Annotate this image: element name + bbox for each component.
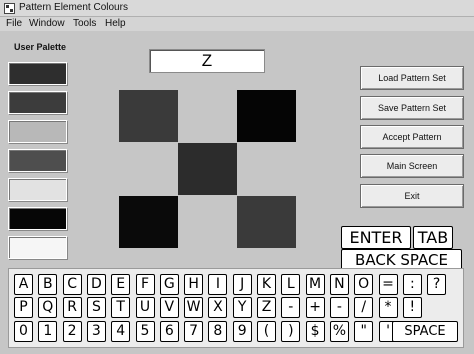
pattern-cell[interactable] <box>119 90 178 142</box>
key[interactable]: X <box>208 297 228 318</box>
key[interactable]: J <box>232 274 252 295</box>
key[interactable]: S <box>86 297 106 318</box>
title-bar: Pattern Element Colours <box>0 0 474 17</box>
key[interactable]: B <box>38 274 58 295</box>
key[interactable]: F <box>135 274 155 295</box>
palette-swatch[interactable] <box>8 178 67 201</box>
palette-swatch[interactable] <box>8 207 67 230</box>
key[interactable]: ! <box>402 297 422 318</box>
key[interactable]: / <box>354 297 374 318</box>
menu-window[interactable]: Window <box>29 18 65 29</box>
key-tab[interactable]: TAB <box>413 226 453 249</box>
key[interactable]: % <box>329 321 349 342</box>
palette-swatch[interactable] <box>8 236 67 259</box>
key[interactable]: " <box>354 321 374 342</box>
pattern-cell[interactable] <box>237 90 296 142</box>
key[interactable]: E <box>111 274 131 295</box>
key[interactable]: A <box>14 274 33 295</box>
key[interactable]: R <box>62 297 82 318</box>
key[interactable]: L <box>281 274 301 295</box>
palette-swatch[interactable] <box>8 62 67 85</box>
key[interactable]: 2 <box>62 321 82 342</box>
key-enter[interactable]: ENTER <box>341 226 411 249</box>
palette-swatch[interactable] <box>8 149 67 172</box>
key[interactable]: 6 <box>159 321 179 342</box>
key[interactable]: 1 <box>38 321 58 342</box>
key[interactable]: D <box>86 274 106 295</box>
pattern-cell[interactable] <box>119 196 178 248</box>
key[interactable]: W <box>184 297 204 318</box>
save-pattern-set-button[interactable]: Save Pattern Set <box>360 96 464 120</box>
key[interactable]: 5 <box>135 321 155 342</box>
key[interactable]: - <box>329 297 349 318</box>
current-letter-display: Z <box>149 49 265 73</box>
key[interactable]: : <box>402 274 422 295</box>
key[interactable]: = <box>378 274 398 295</box>
key[interactable]: U <box>135 297 155 318</box>
palette-swatch[interactable] <box>8 120 67 143</box>
key[interactable]: - <box>281 297 301 318</box>
key[interactable]: Y <box>232 297 252 318</box>
key[interactable]: + <box>305 297 325 318</box>
key[interactable]: 4 <box>111 321 131 342</box>
key[interactable]: M <box>305 274 325 295</box>
key[interactable]: O <box>354 274 374 295</box>
onscreen-keyboard: A B C D E F G H I J K L M N O =:? P Q R S T U V W X Y Z - + - / *! 0 1 2 3 4… <box>8 268 464 348</box>
key[interactable]: H <box>184 274 204 295</box>
key[interactable]: I <box>208 274 228 295</box>
exit-button[interactable]: Exit <box>360 184 464 208</box>
key[interactable]: 9 <box>232 321 252 342</box>
key[interactable]: ( <box>257 321 276 342</box>
key[interactable]: $ <box>305 321 325 342</box>
accept-pattern-button[interactable]: Accept Pattern <box>360 125 464 149</box>
main-screen-button[interactable]: Main Screen <box>360 154 464 178</box>
menu-file[interactable]: File <box>6 18 22 29</box>
key[interactable]: * <box>378 297 398 318</box>
key[interactable]: 0 <box>14 321 33 342</box>
key[interactable]: ) <box>281 321 301 342</box>
key[interactable]: T <box>111 297 131 318</box>
key[interactable]: G <box>159 274 179 295</box>
key[interactable]: Q <box>38 297 58 318</box>
key[interactable]: P <box>14 297 33 318</box>
key-space[interactable]: SPACE <box>392 321 458 342</box>
key[interactable]: 7 <box>184 321 204 342</box>
key[interactable]: Z <box>257 297 276 318</box>
pattern-cell[interactable] <box>178 143 237 195</box>
menu-bar: File Window Tools Help <box>0 17 474 31</box>
menu-help[interactable]: Help <box>105 18 126 29</box>
palette-swatch[interactable] <box>8 91 67 114</box>
key[interactable]: ? <box>427 274 447 295</box>
load-pattern-set-button[interactable]: Load Pattern Set <box>360 66 464 90</box>
key[interactable]: N <box>329 274 349 295</box>
key[interactable]: C <box>62 274 82 295</box>
key[interactable]: 3 <box>86 321 106 342</box>
app-icon <box>4 3 15 14</box>
menu-tools[interactable]: Tools <box>73 18 96 29</box>
pattern-cell[interactable] <box>237 196 296 248</box>
palette-title: User Palette <box>14 42 67 52</box>
key[interactable]: 8 <box>208 321 228 342</box>
window-title: Pattern Element Colours <box>19 2 128 13</box>
key[interactable]: V <box>159 297 179 318</box>
key[interactable]: K <box>257 274 276 295</box>
